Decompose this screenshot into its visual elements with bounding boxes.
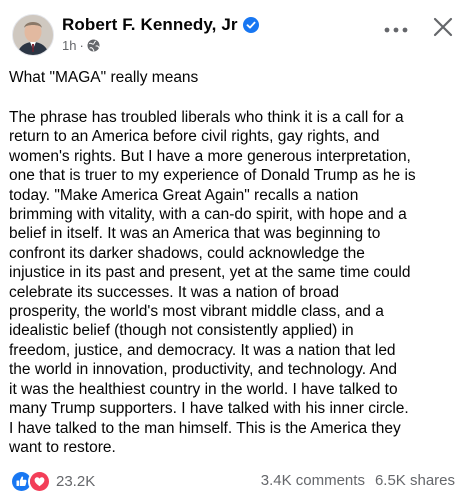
close-icon: [433, 17, 453, 37]
globe-icon: [87, 39, 100, 52]
facebook-post: Robert F. Kennedy, Jr 1h · What "MAGA" r…: [0, 0, 463, 500]
post-body-line: celebrate its successes. It was a nation…: [9, 283, 339, 301]
reactions-summary[interactable]: 23.2K: [10, 470, 95, 493]
post-body: The phrase has troubled liberals who thi…: [9, 108, 455, 457]
profile-photo: [13, 15, 53, 55]
post-meta: 1h ·: [62, 38, 100, 53]
author-row: Robert F. Kennedy, Jr: [62, 15, 259, 35]
post-body-line: injustice in its past and present, yet a…: [9, 264, 411, 282]
post-body-line: it was the healthiest country in the wor…: [9, 380, 398, 398]
close-button[interactable]: [428, 12, 458, 42]
post-body-line: many Trump supporters. I have talked wit…: [9, 400, 409, 418]
post-body-line: belief in itself. It was an America that…: [9, 225, 381, 243]
shares-count-link[interactable]: 6.5K shares: [375, 472, 455, 489]
engagement-counts: 3.4K comments 6.5K shares: [261, 472, 455, 489]
post-body-line: women's rights. But I have a more genero…: [9, 147, 411, 165]
post-title: What "MAGA" really means: [9, 69, 199, 86]
post-body-line: the world in innovation, productivity, a…: [9, 361, 398, 379]
post-body-line: want to restore.: [9, 438, 116, 456]
post-body-line: confront its darker shadows, could ackno…: [9, 244, 365, 262]
post-body-line: today. "Make America Great Again" recall…: [9, 186, 359, 204]
author-avatar[interactable]: [12, 14, 54, 56]
post-body-line: prosperity, the world's most vibrant mid…: [9, 303, 384, 321]
post-body-line: return to an America before civil rights…: [9, 128, 380, 146]
more-options-button[interactable]: [380, 18, 412, 42]
post-body-line: one that is truer to my experience of Do…: [9, 167, 416, 185]
author-name[interactable]: Robert F. Kennedy, Jr: [62, 15, 238, 35]
post-body-line: freedom, justice, and democracy. It was …: [9, 341, 396, 359]
verified-badge-icon: [242, 17, 259, 33]
post-time[interactable]: 1h: [62, 38, 76, 53]
love-icon: [28, 470, 51, 493]
meta-separator: ·: [79, 38, 84, 53]
post-body-line: idealistic belief (though not consistent…: [9, 322, 354, 340]
comments-count-link[interactable]: 3.4K comments: [261, 472, 365, 489]
post-body-line: The phrase has troubled liberals who thi…: [9, 109, 404, 126]
reaction-count: 23.2K: [56, 473, 96, 490]
more-dots-icon: [384, 27, 408, 33]
post-body-line: brimming with vitality, with a can-do sp…: [9, 206, 407, 224]
post-footer: 23.2K 3.4K comments 6.5K shares: [10, 470, 455, 493]
post-header: Robert F. Kennedy, Jr 1h ·: [8, 6, 455, 58]
post-body-line: I have talked to the man himself. This i…: [9, 419, 401, 437]
